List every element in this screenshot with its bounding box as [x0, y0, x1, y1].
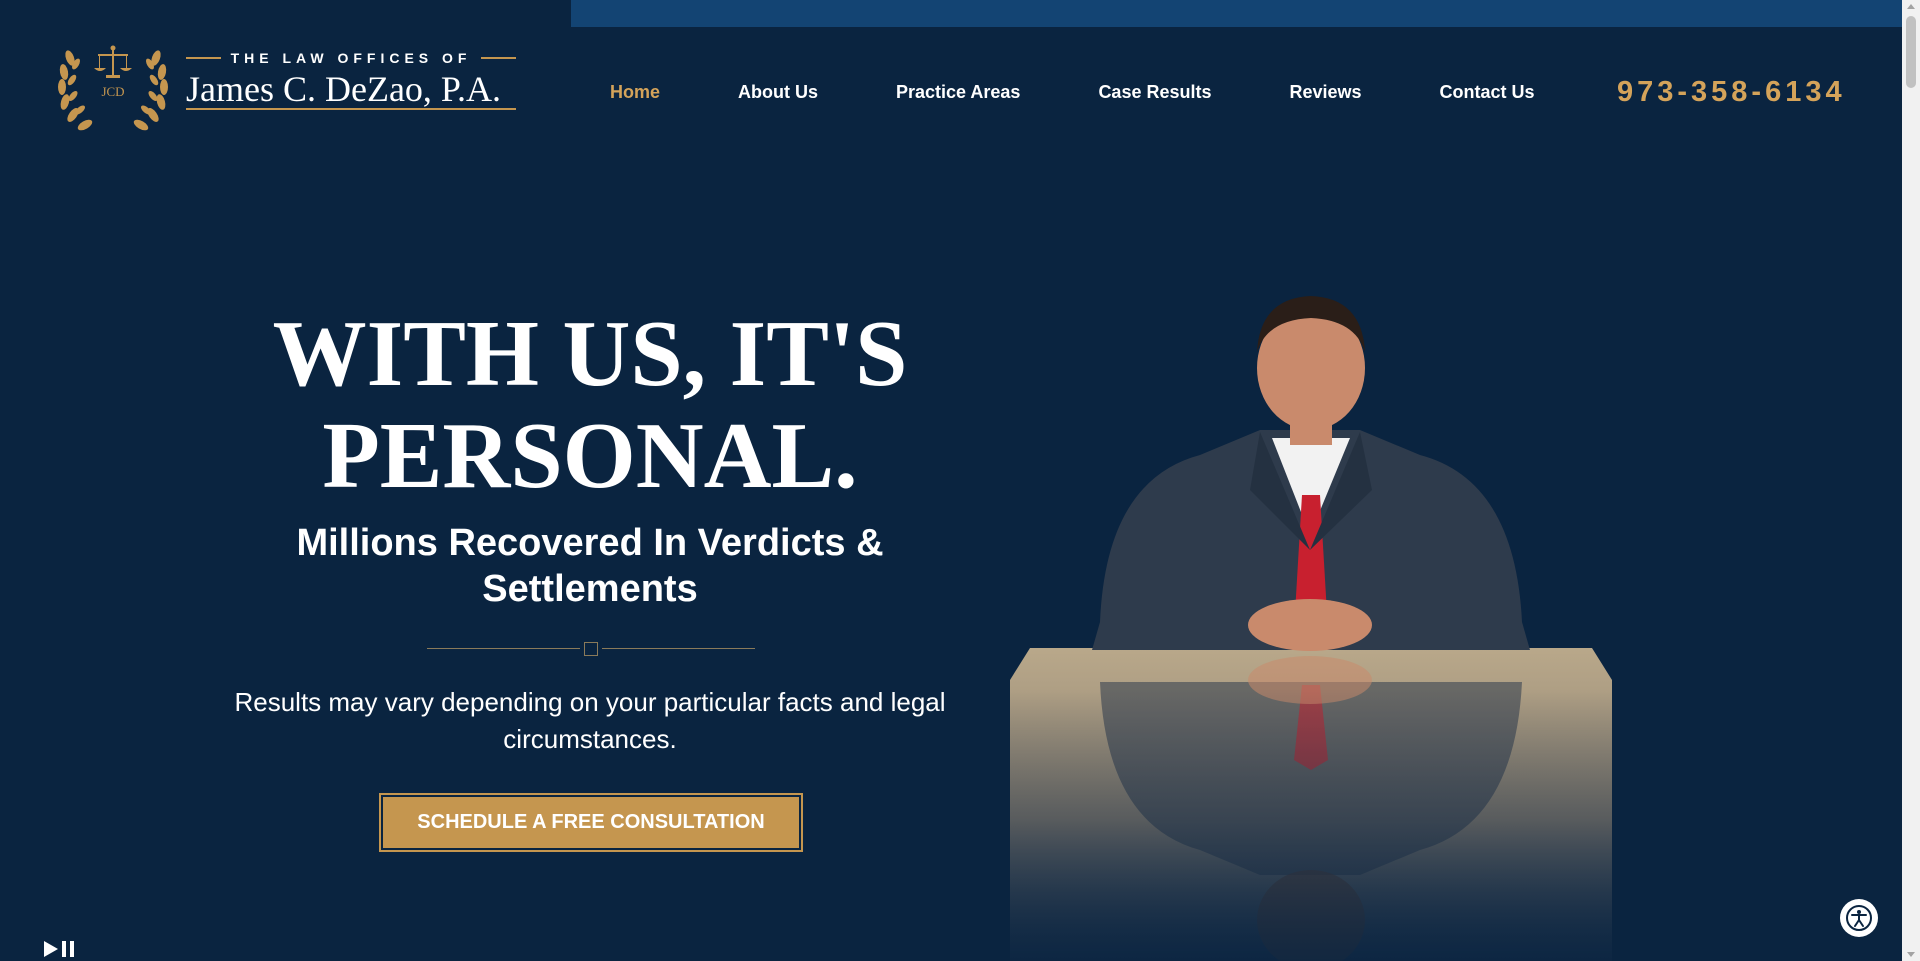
hero-title: With Us, It's Personal. [200, 303, 980, 507]
nav-case-results[interactable]: Case Results [1098, 82, 1211, 103]
hero-title-line-1: With Us, It's [272, 302, 908, 406]
scroll-down-arrow-icon[interactable] [1907, 952, 1915, 957]
phone-link[interactable]: 973-358-6134 [1617, 76, 1846, 109]
nav-reviews[interactable]: Reviews [1290, 82, 1362, 103]
page-scrollbar[interactable] [1902, 0, 1920, 961]
nav-home[interactable]: Home [610, 82, 660, 103]
accessibility-icon [1846, 905, 1872, 931]
logo-firm-name: James C. DeZao, P.A. [186, 69, 501, 109]
logo-pre-title-text: THE LAW OFFICES OF [230, 50, 472, 66]
hero-divider [427, 642, 755, 656]
hero-title-line-2: Personal. [322, 404, 858, 508]
site-logo[interactable]: JCD THE LAW OFFICES OF James C. DeZao, P… [56, 42, 517, 134]
hero-disclaimer: Results may vary depending on your parti… [234, 687, 946, 754]
logo-monogram: JCD [101, 84, 124, 99]
logo-underline [186, 108, 516, 110]
nav-contact-us[interactable]: Contact Us [1440, 82, 1535, 103]
play-icon[interactable] [44, 941, 58, 957]
media-controls [44, 941, 74, 957]
schedule-consultation-button[interactable]: SCHEDULE A FREE CONSULTATION [379, 793, 803, 852]
top-strip [571, 0, 1902, 27]
page: JCD THE LAW OFFICES OF James C. DeZao, P… [0, 0, 1902, 961]
logo-pre-title: THE LAW OFFICES OF [186, 50, 517, 66]
attorney-photo [1010, 290, 1612, 961]
hero-subtitle: Millions Recovered In Verdicts & Settlem… [296, 522, 884, 610]
nav-about-us[interactable]: About Us [738, 82, 818, 103]
nav-practice-areas[interactable]: Practice Areas [896, 82, 1020, 103]
scrollbar-thumb[interactable] [1906, 16, 1916, 88]
accessibility-button[interactable] [1840, 899, 1878, 937]
scroll-up-arrow-icon[interactable] [1907, 4, 1915, 9]
scales-of-justice-wreath-icon: JCD [58, 45, 168, 131]
pause-icon[interactable] [62, 941, 74, 957]
main-nav: Home About Us Practice Areas Case Result… [610, 82, 1613, 103]
